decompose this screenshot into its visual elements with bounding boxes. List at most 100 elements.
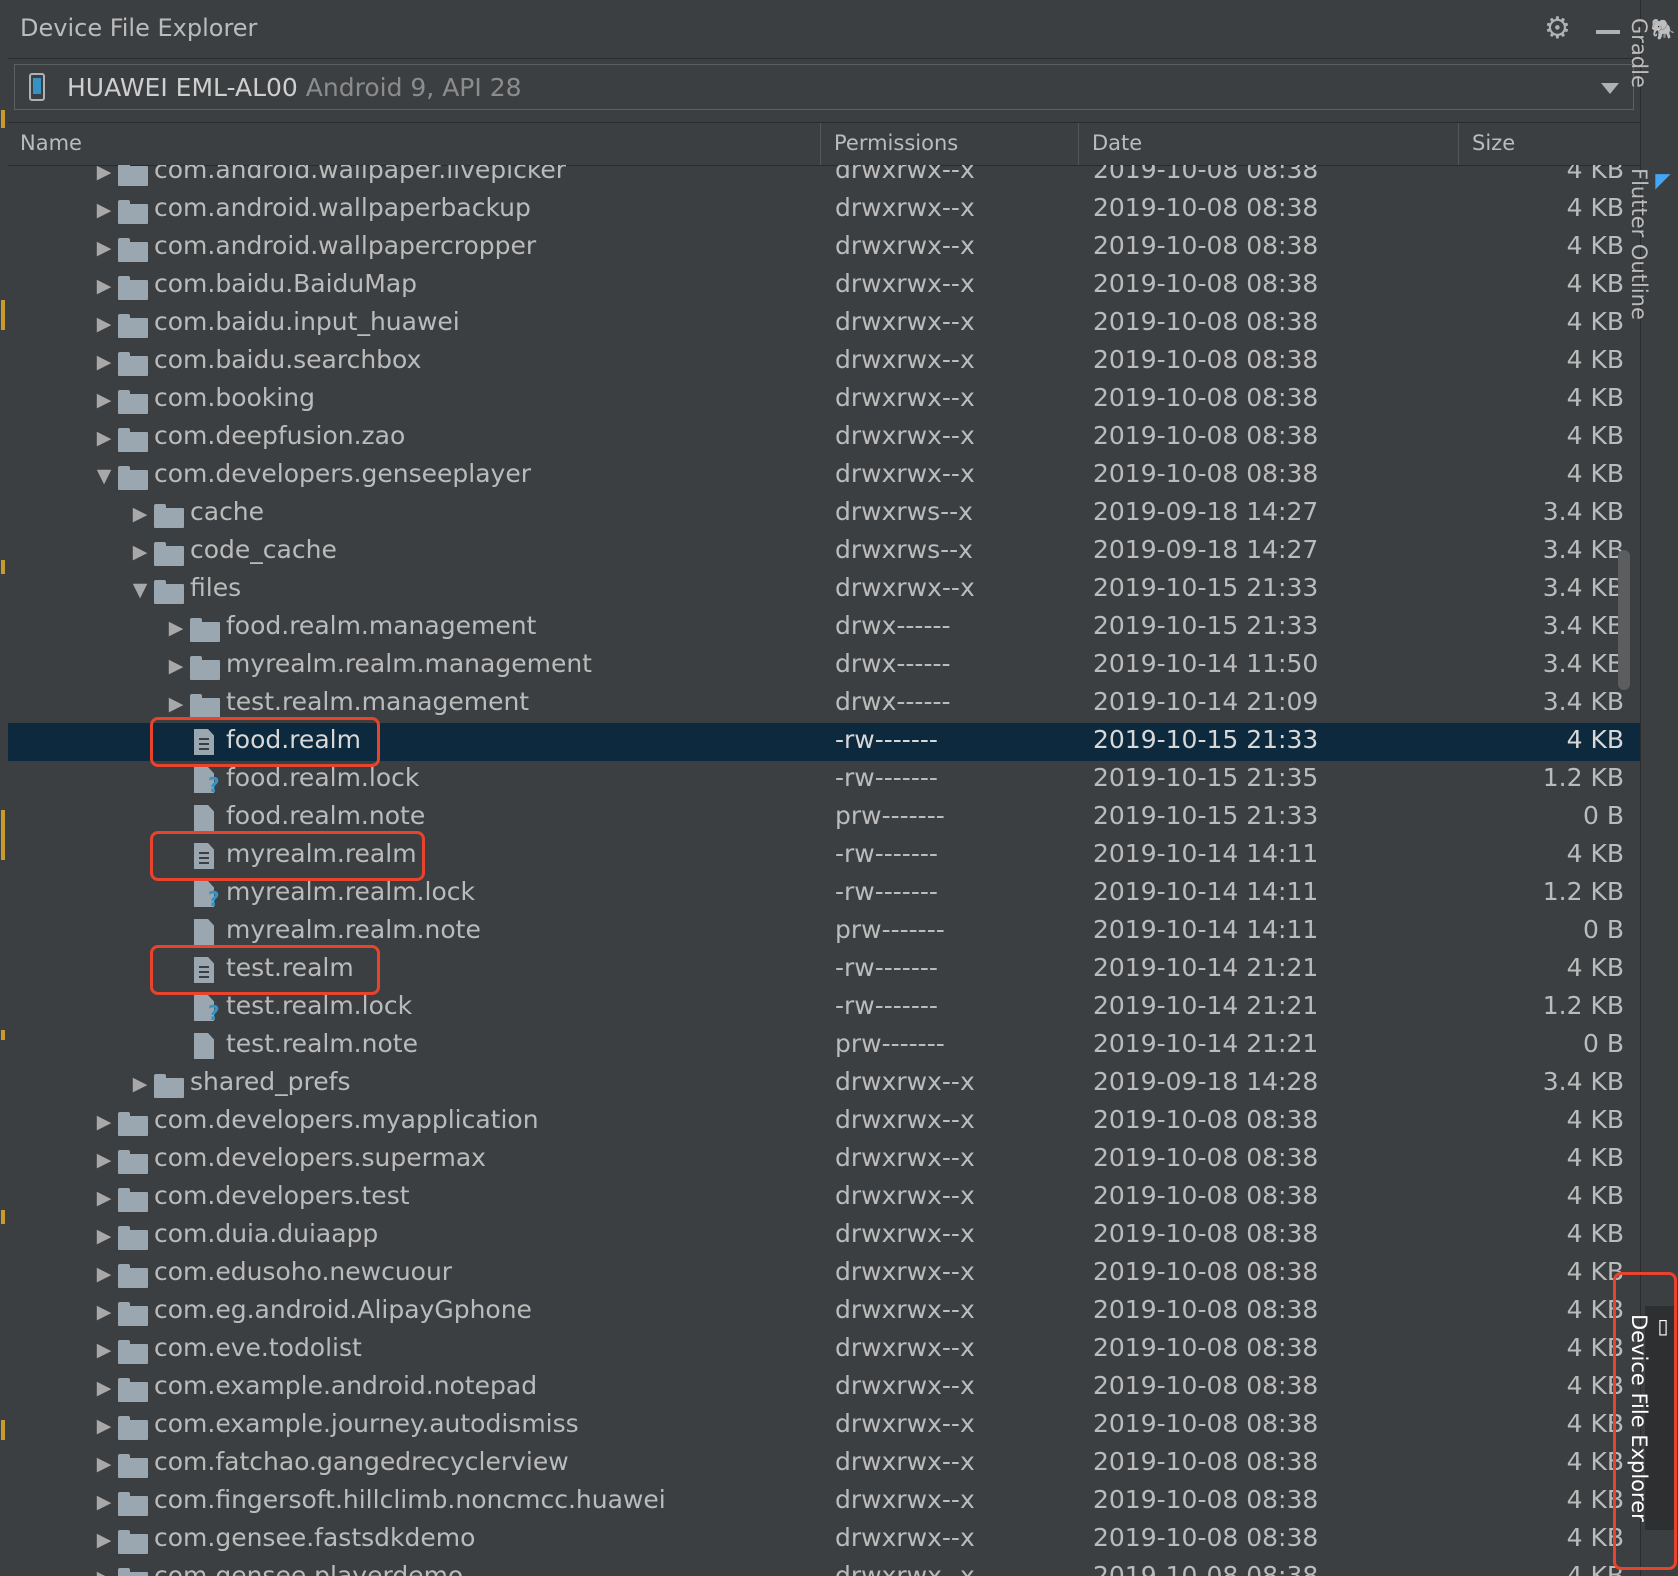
expand-right-icon[interactable]: ▶	[92, 191, 116, 229]
file-name: com.baidu.BaiduMap	[154, 269, 418, 298]
tree-row-file[interactable]: test.realm.note prw------- 2019-10-14 21:2…	[8, 1027, 1640, 1065]
file-date: 2019-10-08 08:38	[1093, 421, 1319, 450]
expand-right-icon[interactable]: ▶	[92, 1179, 116, 1217]
column-permissions[interactable]: Permissions	[834, 131, 958, 155]
expand-right-icon[interactable]: ▶	[164, 609, 188, 647]
tree-row-folder[interactable]: ▶ com.deepfusion.zao drwxrwx--x 2019-10-08 …	[8, 419, 1640, 457]
expand-right-icon[interactable]: ▶	[92, 1369, 116, 1407]
tree-row-folder[interactable]: ▼ files drwxrwx--x 2019-10-15 21:33 3.4 KB	[8, 571, 1640, 609]
expand-right-icon[interactable]: ▶	[92, 1445, 116, 1483]
tree-row-folder[interactable]: ▶ com.example.journey.autodismiss drwxrwx-…	[8, 1407, 1640, 1445]
tree-row-folder[interactable]: ▶ com.baidu.input_huawei drwxrwx--x 2019-10…	[8, 305, 1640, 343]
expand-right-icon[interactable]: ▶	[92, 1293, 116, 1331]
device-selector[interactable]: HUAWEI EML-AL00 Android 9, API 28	[14, 64, 1634, 110]
chevron-down-icon[interactable]	[1601, 83, 1619, 94]
tree-row-file[interactable]: myrealm.realm -rw------- 2019-10-14 14:11 4…	[8, 837, 1640, 875]
expand-right-icon[interactable]: ▶	[92, 1483, 116, 1521]
tree-row-folder[interactable]: ▶ com.gensee.fastsdkdemo drwxrwx--x 2019-10…	[8, 1521, 1640, 1559]
column-size[interactable]: Size	[1472, 131, 1515, 155]
expand-right-icon[interactable]: ▶	[92, 1217, 116, 1255]
expand-right-icon[interactable]: ▶	[92, 343, 116, 381]
tree-row-folder[interactable]: ▶ test.realm.management drwx------ 2019-10-…	[8, 685, 1640, 723]
expand-down-icon[interactable]: ▼	[92, 457, 116, 495]
tree-row-file[interactable]: ? test.realm.lock -rw------- 2019-10-14 21:…	[8, 989, 1640, 1027]
tree-row-folder[interactable]: ▶ com.duia.duiaapp drwxrwx--x 2019-10-08 08…	[8, 1217, 1640, 1255]
expand-right-icon[interactable]: ▶	[164, 685, 188, 723]
expand-right-icon[interactable]: ▶	[92, 229, 116, 267]
file-permissions: -rw-------	[835, 725, 938, 754]
tree-row-folder[interactable]: ▶ code_cache drwxrws--x 2019-09-18 14:27 3.4…	[8, 533, 1640, 571]
tree-row-file[interactable]: food.realm.note prw------- 2019-10-15 21:3…	[8, 799, 1640, 837]
tree-row-folder[interactable]: ▶ com.baidu.searchbox drwxrwx--x 2019-10-08…	[8, 343, 1640, 381]
file-permissions: drwxrwx--x	[835, 1219, 975, 1248]
folder-icon	[118, 1112, 148, 1136]
tree-row-file[interactable]: ? food.realm.lock -rw------- 2019-10-15 21:…	[8, 761, 1640, 799]
column-divider[interactable]	[1078, 123, 1079, 165]
file-date: 2019-10-08 08:38	[1093, 459, 1319, 488]
tab-device-file-explorer[interactable]: ▯ Device File Explorer	[1627, 1306, 1675, 1530]
tab-flutter-outline[interactable]: ◤ Flutter Outline	[1627, 168, 1675, 320]
tree-row-folder[interactable]: ▶ com.fingersoft.hillclimb.noncmcc.huawei…	[8, 1483, 1640, 1521]
panel-title: Device File Explorer	[20, 14, 258, 42]
expand-right-icon[interactable]: ▶	[92, 165, 116, 191]
tree-row-folder[interactable]: ▶ com.booking drwxrwx--x 2019-10-08 08:38 4 …	[8, 381, 1640, 419]
tree-row-folder[interactable]: ▶ myrealm.realm.management drwx------ 2019-…	[8, 647, 1640, 685]
file-permissions: -rw-------	[835, 877, 938, 906]
file-name: com.eve.todolist	[154, 1333, 362, 1362]
tree-row-folder[interactable]: ▶ com.developers.supermax drwxrwx--x 2019-1…	[8, 1141, 1640, 1179]
expand-right-icon[interactable]: ▶	[128, 495, 152, 533]
expand-right-icon[interactable]: ▶	[92, 1103, 116, 1141]
expand-right-icon[interactable]: ▶	[92, 1331, 116, 1369]
tree-row-folder[interactable]: ▶ shared_prefs drwxrwx--x 2019-09-18 14:28 3…	[8, 1065, 1640, 1103]
column-divider[interactable]	[1458, 123, 1459, 165]
tree-row-folder[interactable]: ▶ com.example.android.notepad drwxrwx--x 20…	[8, 1369, 1640, 1407]
tree-row-folder[interactable]: ▶ com.fatchao.gangedrecyclerview drwxrwx--…	[8, 1445, 1640, 1483]
device-detail: Android 9, API 28	[305, 73, 522, 102]
file-name: com.fingersoft.hillclimb.noncmcc.huawei	[154, 1485, 666, 1514]
tree-row-folder[interactable]: ▶ com.developers.test drwxrwx--x 2019-10-08…	[8, 1179, 1640, 1217]
tree-row-folder[interactable]: ▶ com.gensee.playerdemo drwxrwx--x 2019-10-…	[8, 1559, 1640, 1576]
tree-row-folder[interactable]: ▶ com.developers.myapplication drwxrwx--x 2…	[8, 1103, 1640, 1141]
flutter-icon: ◤	[1651, 168, 1675, 192]
file-size: 1.2 KB	[1542, 763, 1624, 792]
tree-row-file[interactable]: ? myrealm.realm.lock -rw------- 2019-10-14 …	[8, 875, 1640, 913]
tab-gradle[interactable]: 🐘 Gradle	[1627, 18, 1675, 88]
expand-right-icon[interactable]: ▶	[92, 419, 116, 457]
tree-row-folder[interactable]: ▶ com.eg.android.AlipayGphone drwxrwx--x 20…	[8, 1293, 1640, 1331]
expand-right-icon[interactable]: ▶	[92, 1559, 116, 1576]
expand-right-icon[interactable]: ▶	[164, 647, 188, 685]
tree-row-folder[interactable]: ▶ com.baidu.BaiduMap drwxrwx--x 2019-10-08 …	[8, 267, 1640, 305]
tree-row-folder[interactable]: ▶ com.android.wallpaperbackup drwxrwx--x 20…	[8, 191, 1640, 229]
column-divider[interactable]	[820, 123, 821, 165]
tree-row-folder[interactable]: ▶ com.edusoho.newcuour drwxrwx--x 2019-10-0…	[8, 1255, 1640, 1293]
tree-row-folder[interactable]: ▶ cache drwxrws--x 2019-09-18 14:27 3.4 KB	[8, 495, 1640, 533]
vertical-scrollbar[interactable]	[1618, 550, 1630, 690]
tree-row-folder[interactable]: ▶ com.eve.todolist drwxrwx--x 2019-10-08 08…	[8, 1331, 1640, 1369]
expand-right-icon[interactable]: ▶	[92, 305, 116, 343]
expand-right-icon[interactable]: ▶	[128, 1065, 152, 1103]
expand-right-icon[interactable]: ▶	[92, 1521, 116, 1559]
tab-flutter-outline-label: Flutter Outline	[1627, 168, 1651, 320]
column-date[interactable]: Date	[1092, 131, 1142, 155]
expand-right-icon[interactable]: ▶	[92, 1255, 116, 1293]
folder-icon	[118, 390, 148, 414]
tree-row-file[interactable]: test.realm -rw------- 2019-10-14 21:21 4 KB	[8, 951, 1640, 989]
expand-right-icon[interactable]: ▶	[92, 381, 116, 419]
minimize-icon[interactable]	[1596, 30, 1620, 34]
expand-right-icon[interactable]: ▶	[92, 1407, 116, 1445]
tree-row-folder[interactable]: ▶ com.android.wallpapercropper drwxrwx--x 2…	[8, 229, 1640, 267]
file-date: 2019-10-14 14:11	[1093, 915, 1319, 944]
tree-row-folder[interactable]: ▼ com.developers.genseeplayer drwxrwx--x 20…	[8, 457, 1640, 495]
tree-row-folder[interactable]: ▶ food.realm.management drwx------ 2019-10-…	[8, 609, 1640, 647]
column-name[interactable]: Name	[20, 131, 82, 155]
expand-right-icon[interactable]: ▶	[128, 533, 152, 571]
file-icon	[194, 1033, 214, 1059]
tree-row-file[interactable]: myrealm.realm.note prw------- 2019-10-14 1…	[8, 913, 1640, 951]
expand-down-icon[interactable]: ▼	[128, 571, 152, 609]
tree-row-file[interactable]: food.realm -rw------- 2019-10-15 21:33 4 KB	[8, 723, 1640, 761]
tree-row-folder[interactable]: ▶ com.android.wallpaper.livepicker drwxrwx…	[8, 165, 1640, 191]
expand-right-icon[interactable]: ▶	[92, 1141, 116, 1179]
gear-icon[interactable]: ⚙	[1544, 11, 1571, 46]
folder-icon	[190, 694, 220, 718]
expand-right-icon[interactable]: ▶	[92, 267, 116, 305]
